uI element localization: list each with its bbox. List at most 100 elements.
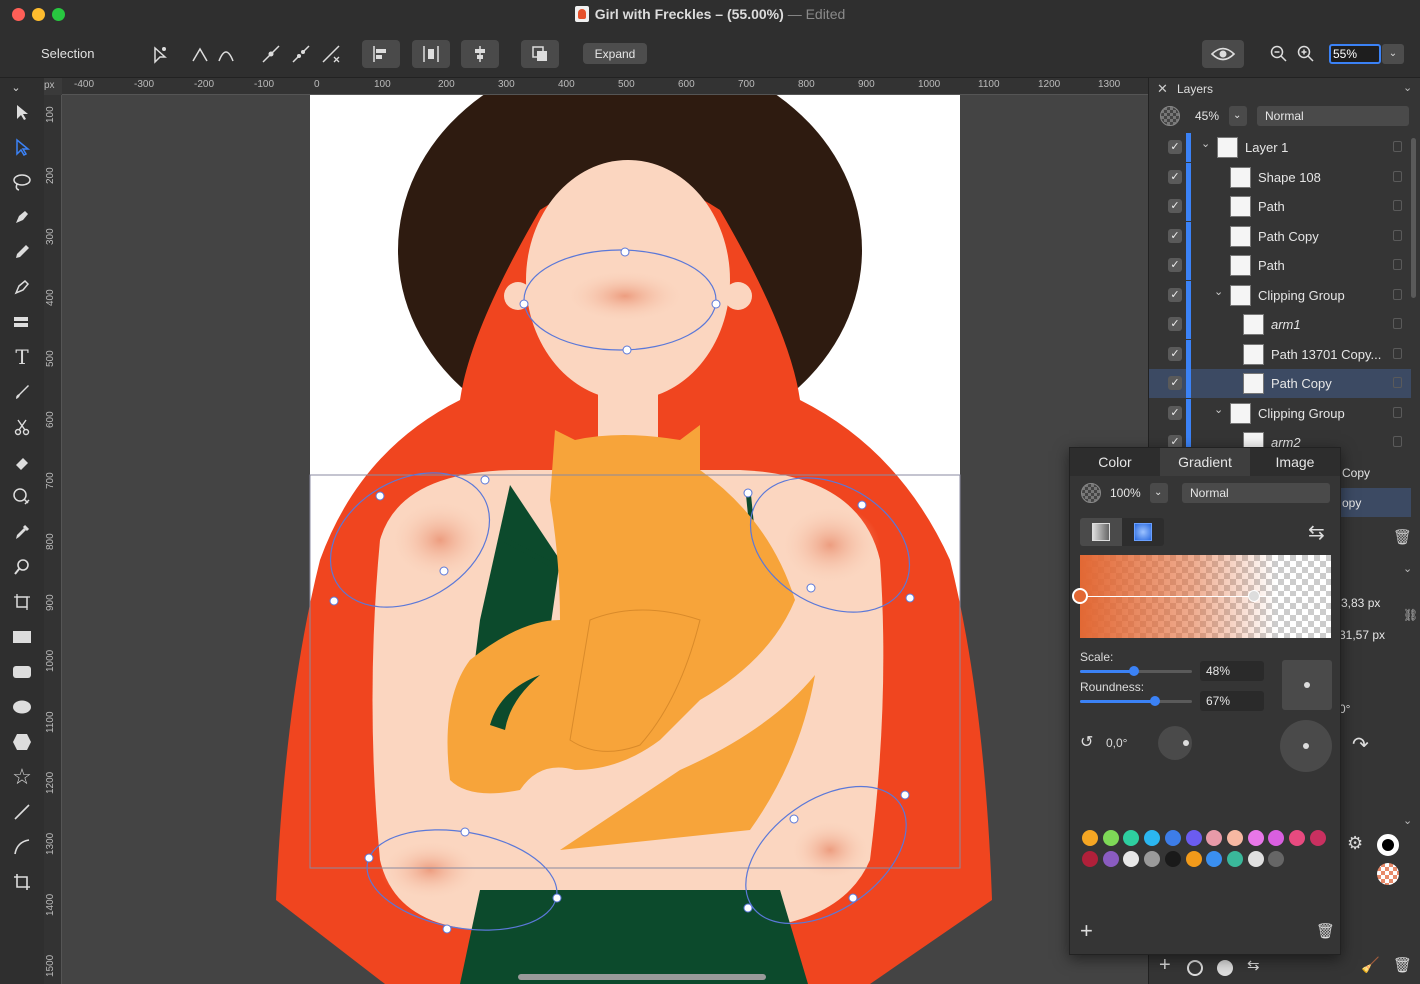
layer-row[interactable]: ✓ ⌄ Layer 1: [1149, 133, 1411, 162]
zoom-tool-icon[interactable]: [8, 553, 36, 581]
shape-builder-icon[interactable]: [8, 483, 36, 511]
gradient-center-pad[interactable]: [1282, 660, 1332, 710]
gradient-stop-start[interactable]: [1072, 588, 1088, 604]
layer-expand-chevron-icon[interactable]: ⌄: [1214, 403, 1223, 416]
layer-row[interactable]: ✓ ⌄ Clipping Group: [1149, 398, 1411, 428]
layer-lock-icon[interactable]: [1393, 288, 1402, 300]
layer-row[interactable]: ✓ Path Copy: [1149, 369, 1411, 398]
layer-visibility-checkbox[interactable]: ✓: [1168, 258, 1182, 272]
add-circle-filled-icon[interactable]: [1217, 960, 1233, 976]
rectangle-icon[interactable]: [8, 623, 36, 651]
join-path-icon[interactable]: [288, 40, 314, 68]
layer-row[interactable]: ✓ Path Copy: [1149, 221, 1411, 251]
color-swatch[interactable]: [1206, 830, 1223, 846]
angle-value[interactable]: 0,0°: [1106, 736, 1127, 750]
color-swatch[interactable]: [1123, 851, 1140, 867]
scale-slider[interactable]: [1080, 666, 1192, 676]
roundness-slider-knob[interactable]: [1150, 696, 1161, 706]
layer-opacity-dropdown[interactable]: ⌄: [1229, 106, 1247, 126]
color-swatch[interactable]: [1247, 851, 1264, 867]
arc-icon[interactable]: [8, 833, 36, 861]
smooth-node-icon[interactable]: [214, 40, 238, 68]
color-swatch[interactable]: [1082, 851, 1098, 867]
gradient-preview[interactable]: [1072, 555, 1331, 638]
scale-slider-knob[interactable]: [1128, 666, 1139, 676]
layer-lock-icon[interactable]: [1393, 318, 1402, 329]
fill-blend-mode-select[interactable]: Normal: [1182, 483, 1330, 503]
tab-image[interactable]: Image: [1250, 448, 1340, 476]
layer-visibility-checkbox[interactable]: ✓: [1168, 140, 1182, 154]
reverse-gradient-icon[interactable]: ⇆: [1308, 520, 1325, 545]
angle-dial[interactable]: [1158, 726, 1192, 760]
arrange-icon[interactable]: [521, 40, 559, 68]
zoom-dropdown-chevron-icon[interactable]: ⌄: [1382, 44, 1404, 64]
pencil-icon[interactable]: [8, 238, 36, 266]
gradient-stop-end[interactable]: [1248, 590, 1260, 602]
color-swatch[interactable]: [1185, 851, 1202, 867]
brush-icon[interactable]: [8, 378, 36, 406]
color-swatch[interactable]: [1226, 830, 1243, 846]
layer-lock-icon[interactable]: [1393, 406, 1402, 418]
layers-scrollbar[interactable]: [1411, 138, 1416, 298]
ellipse-icon[interactable]: [8, 693, 36, 721]
add-layer-icon[interactable]: +: [1159, 954, 1171, 977]
color-swatch[interactable]: [1185, 830, 1202, 846]
color-swatch[interactable]: [1247, 830, 1264, 846]
fill-preview-icon[interactable]: [1377, 863, 1399, 885]
trash-icon[interactable]: 🗑: [1393, 528, 1412, 546]
delete-node-icon[interactable]: [318, 40, 344, 68]
align-center-icon[interactable]: [461, 40, 499, 68]
layer-visibility-checkbox[interactable]: ✓: [1168, 405, 1182, 420]
link-icon[interactable]: ⛓: [1403, 608, 1418, 622]
position-dial[interactable]: [1280, 720, 1332, 772]
radial-gradient-type-icon[interactable]: [1122, 518, 1164, 546]
view-eye-icon[interactable]: [1202, 40, 1244, 68]
rotate-icon[interactable]: ↺: [1080, 732, 1093, 752]
layer-row[interactable]: ✓ arm1: [1149, 310, 1411, 339]
artboard-icon[interactable]: [8, 588, 36, 616]
layer-expand-chevron-icon[interactable]: ⌄: [1201, 137, 1210, 150]
tab-color[interactable]: Color: [1070, 448, 1160, 476]
color-swatch[interactable]: [1268, 851, 1285, 867]
layer-lock-icon[interactable]: [1393, 200, 1402, 211]
stroke-preview-icon[interactable]: [1377, 834, 1399, 856]
line-icon[interactable]: [8, 798, 36, 826]
section-chevron-2-icon[interactable]: ⌄: [1403, 814, 1412, 827]
redo-arrow-icon[interactable]: ↷: [1352, 732, 1369, 757]
color-swatch[interactable]: [1102, 851, 1119, 867]
rounded-rectangle-icon[interactable]: [8, 658, 36, 686]
delete-layer-icon[interactable]: 🗑: [1393, 956, 1412, 974]
close-panel-icon[interactable]: ✕: [1157, 81, 1168, 97]
color-swatch[interactable]: [1164, 830, 1181, 846]
delete-swatch-icon[interactable]: 🗑: [1316, 922, 1335, 940]
layer-visibility-checkbox[interactable]: ✓: [1168, 317, 1182, 331]
layer-lock-icon[interactable]: [1393, 377, 1402, 388]
layer-row[interactable]: ✓ Path 13701 Copy...: [1149, 339, 1411, 369]
layer-visibility-checkbox[interactable]: ✓: [1168, 169, 1182, 184]
break-path-icon[interactable]: [258, 40, 284, 68]
linear-gradient-type-icon[interactable]: [1080, 518, 1122, 546]
eraser-icon[interactable]: [8, 448, 36, 476]
zoom-in-icon[interactable]: [1295, 40, 1317, 68]
layer-visibility-checkbox[interactable]: ✓: [1168, 199, 1182, 213]
layer-row[interactable]: ✓ Path: [1149, 192, 1411, 221]
collapse-chevron-icon[interactable]: ⌄: [2, 78, 30, 96]
eyedropper-icon[interactable]: [8, 518, 36, 546]
layer-lock-icon[interactable]: [1393, 347, 1402, 359]
color-swatch[interactable]: [1123, 830, 1140, 846]
scissors-icon[interactable]: [8, 413, 36, 441]
zoom-out-icon[interactable]: [1268, 40, 1290, 68]
crop-icon[interactable]: [8, 868, 36, 896]
select-arrow-icon[interactable]: [8, 98, 36, 126]
color-swatch[interactable]: [1144, 851, 1161, 867]
align-left-icon[interactable]: [362, 40, 400, 68]
layer-opacity-checker-icon[interactable]: [1160, 106, 1180, 126]
lasso-icon[interactable]: [8, 168, 36, 196]
distribute-icon[interactable]: [412, 40, 450, 68]
settings-gear-icon[interactable]: ⚙: [1347, 833, 1363, 854]
section-chevron-icon[interactable]: ⌄: [1403, 562, 1412, 575]
layer-lock-icon[interactable]: [1393, 170, 1402, 182]
color-swatch[interactable]: [1164, 851, 1181, 867]
color-swatch[interactable]: [1309, 830, 1326, 846]
panel-chevron-icon[interactable]: ⌄: [1403, 81, 1412, 94]
